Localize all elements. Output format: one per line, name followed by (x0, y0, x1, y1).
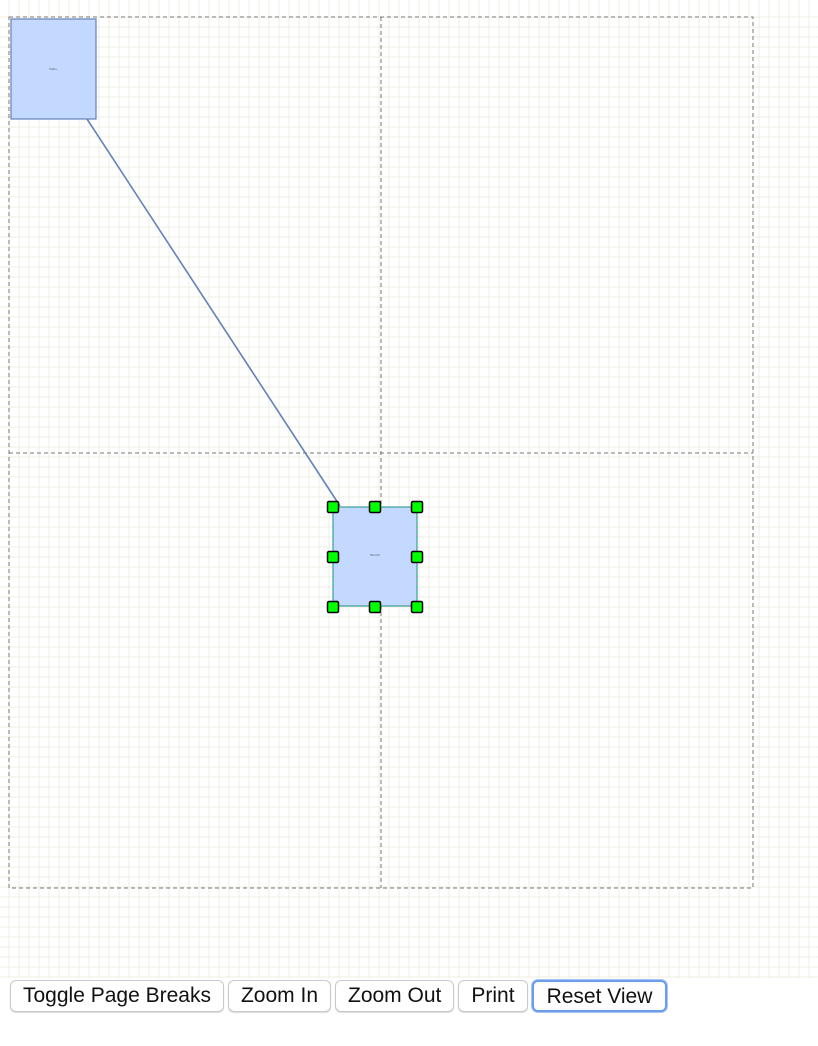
vertex-hello[interactable]: Hello, (10, 18, 97, 120)
resize-handle[interactable] (326, 500, 340, 514)
zoom-out-button[interactable]: Zoom Out (335, 980, 455, 1012)
vertex-hello-label: Hello, (49, 67, 58, 71)
vertex-world-label: World! (370, 553, 380, 557)
resize-handle[interactable] (410, 550, 424, 564)
toggle-page-breaks-button[interactable]: Toggle Page Breaks (10, 980, 224, 1012)
print-button[interactable]: Print (458, 980, 528, 1012)
resize-handle[interactable] (410, 500, 424, 514)
resize-handle[interactable] (368, 600, 382, 614)
zoom-in-button[interactable]: Zoom In (227, 980, 331, 1012)
diagram-canvas[interactable]: Hello, World! (0, 0, 818, 978)
resize-handle[interactable] (326, 550, 340, 564)
background-grid (0, 0, 818, 978)
resize-handle[interactable] (410, 600, 424, 614)
vertex-world[interactable]: World! (332, 506, 418, 607)
toolbar: Toggle Page Breaks Zoom In Zoom Out Prin… (10, 980, 668, 1012)
reset-view-button[interactable]: Reset View (531, 980, 668, 1012)
resize-handle[interactable] (368, 500, 382, 514)
diagram-graph[interactable]: Hello, World! (0, 0, 818, 978)
resize-handle[interactable] (326, 600, 340, 614)
